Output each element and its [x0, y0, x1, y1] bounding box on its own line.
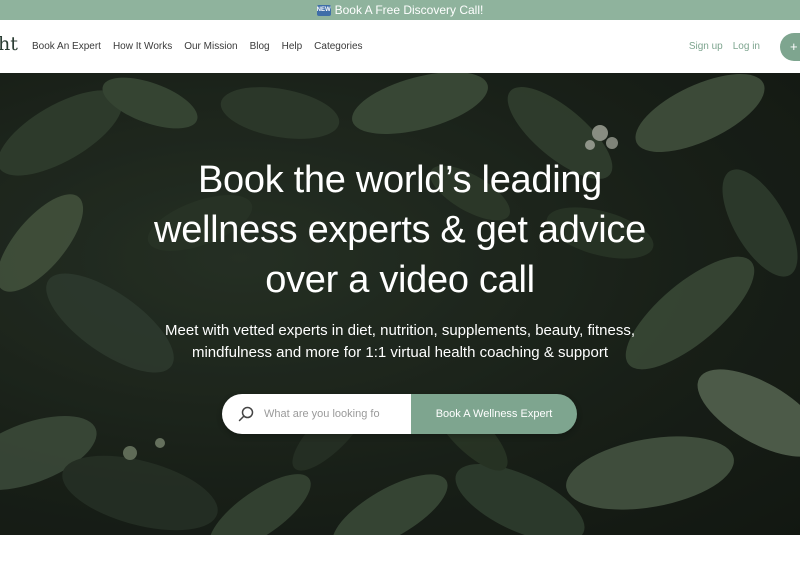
hero-title-line: Book the world’s leading	[197, 159, 603, 201]
top-banner[interactable]: NEW Book A Free Discovery Call!	[0, 0, 800, 20]
search-icon	[238, 406, 254, 422]
nav-cta-button[interactable]: +	[780, 33, 800, 61]
nav-book-an-expert[interactable]: Book An Expert	[32, 41, 101, 52]
book-wellness-expert-button[interactable]: Book A Wellness Expert	[411, 394, 577, 434]
nav-our-mission[interactable]: Our Mission	[184, 41, 237, 52]
below-hero-section	[0, 535, 800, 576]
search-bar: Book A Wellness Expert	[222, 394, 577, 434]
nav-blog[interactable]: Blog	[250, 41, 270, 52]
login-link[interactable]: Log in	[733, 41, 760, 52]
nav-categories[interactable]: Categories	[314, 41, 362, 52]
search-field-wrapper[interactable]	[222, 394, 411, 434]
hero-section: Book the world’s leading wellness expert…	[0, 73, 800, 535]
auth-links: Sign up Log in	[689, 20, 760, 73]
new-badge-icon: NEW	[316, 4, 331, 16]
hero-subtitle: Meet with vetted experts in diet, nutrit…	[0, 320, 800, 364]
hero-title-line: over a video call	[265, 259, 535, 301]
logo[interactable]: ht	[0, 33, 18, 55]
hero-title: Book the world’s leading wellness expert…	[0, 155, 800, 305]
signup-link[interactable]: Sign up	[689, 41, 723, 52]
hero-title-line: wellness experts & get advice	[154, 209, 646, 251]
search-input[interactable]	[264, 408, 394, 420]
nav-help[interactable]: Help	[282, 41, 303, 52]
nav-links: Book An Expert How It Works Our Mission …	[32, 20, 363, 73]
nav-how-it-works[interactable]: How It Works	[113, 41, 172, 52]
main-nav: ht Book An Expert How It Works Our Missi…	[0, 20, 800, 73]
hero-subtitle-line: Meet with vetted experts in diet, nutrit…	[165, 322, 635, 339]
hero-subtitle-line: mindfulness and more for 1:1 virtual hea…	[191, 344, 609, 361]
banner-text[interactable]: Book A Free Discovery Call!	[335, 3, 484, 17]
